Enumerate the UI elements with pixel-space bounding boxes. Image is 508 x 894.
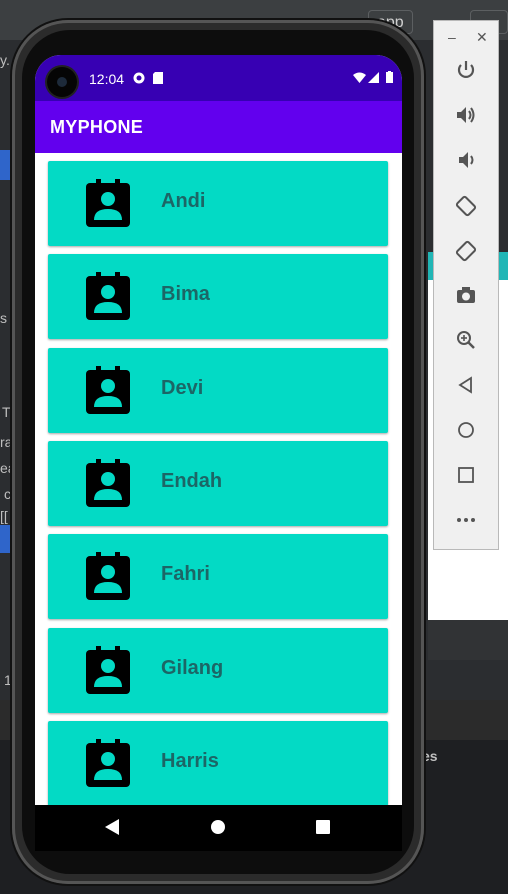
emulator-toolbar: – ✕: [433, 20, 499, 550]
more-icon[interactable]: [444, 509, 488, 539]
ide-text: [[: [0, 508, 8, 524]
contact-card-icon: [86, 646, 130, 694]
ide-text: ra: [0, 434, 13, 450]
ide-selection: [0, 150, 12, 180]
rotate-right-icon[interactable]: [444, 239, 488, 269]
contact-name: Andi: [161, 190, 206, 212]
ide-text: c: [4, 486, 11, 502]
ide-text: es: [422, 748, 438, 764]
ide-text: T: [2, 404, 11, 420]
contact-card-icon: [86, 366, 130, 414]
back-icon[interactable]: [444, 374, 488, 404]
ide-panel-footer: [428, 620, 508, 660]
contact-card-icon: [86, 179, 130, 227]
contact-card[interactable]: Devi: [48, 348, 388, 433]
recent-apps-icon[interactable]: [316, 820, 330, 834]
contact-card[interactable]: Andi: [48, 161, 388, 246]
contact-name: Bima: [161, 283, 210, 305]
rotate-left-icon[interactable]: [444, 194, 488, 224]
app-title: MYPHONE: [50, 117, 144, 137]
contact-card[interactable]: Fahri: [48, 534, 388, 619]
close-icon[interactable]: ✕: [476, 29, 488, 46]
navigation-bar: [35, 805, 402, 851]
contact-card-icon: [86, 459, 130, 507]
contact-name: Endah: [161, 470, 223, 492]
contact-card[interactable]: Bima: [48, 254, 388, 339]
volume-down-icon[interactable]: [444, 149, 488, 179]
ide-text: y.: [0, 52, 10, 68]
camera-icon[interactable]: [444, 284, 488, 314]
contact-name: Devi: [161, 377, 204, 399]
home-icon[interactable]: [444, 419, 488, 449]
ide-text: s: [0, 310, 7, 326]
wifi-icon: [353, 72, 366, 83]
contact-card-icon: [86, 739, 130, 787]
contact-name: Harris: [161, 750, 219, 772]
back-icon[interactable]: [105, 819, 119, 835]
status-bar: 12:04: [35, 55, 402, 101]
contact-list[interactable]: Andi Bima Devi Endah Fahri Gilang Harris: [35, 153, 402, 805]
contact-name: Fahri: [161, 563, 210, 585]
power-icon[interactable]: [444, 59, 488, 89]
front-camera: [47, 67, 77, 97]
volume-up-icon[interactable]: [444, 104, 488, 134]
home-icon[interactable]: [211, 820, 225, 834]
minimize-icon[interactable]: –: [448, 29, 456, 45]
overview-icon[interactable]: [444, 464, 488, 494]
contact-card-icon: [86, 552, 130, 600]
contact-card[interactable]: Gilang: [48, 628, 388, 713]
contact-name: Gilang: [161, 657, 224, 679]
battery-icon: [386, 71, 393, 83]
ide-selection: [0, 525, 12, 553]
sd-card-icon: [153, 72, 163, 84]
app-bar: MYPHONE: [35, 101, 402, 153]
status-time: 12:04: [89, 71, 125, 87]
ide-text: 1: [4, 672, 12, 688]
zoom-icon[interactable]: [444, 329, 488, 359]
notification-icon: [133, 72, 145, 84]
contact-card[interactable]: Endah: [48, 441, 388, 526]
phone-screen: 12:04 MYPHONE Andi Bima Devi Endah Fahri…: [35, 55, 402, 805]
contact-card-icon: [86, 272, 130, 320]
signal-icon: [368, 72, 379, 83]
contact-card[interactable]: Harris: [48, 721, 388, 805]
